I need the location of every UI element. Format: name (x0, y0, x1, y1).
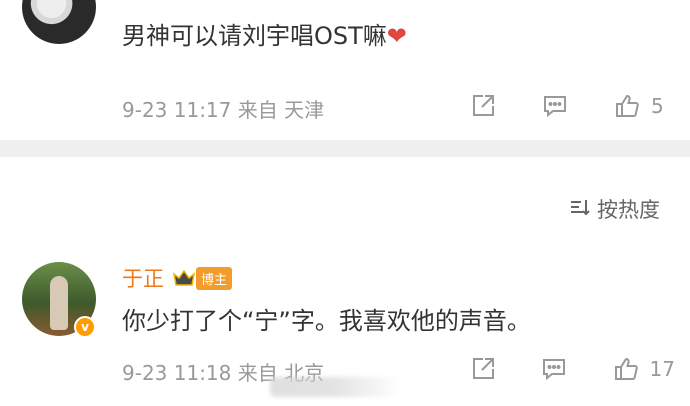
watermark-smudge (270, 377, 400, 397)
share-icon[interactable] (469, 355, 497, 383)
heart-emoji-icon: ❤ (386, 22, 407, 50)
comment-icon[interactable] (541, 92, 569, 120)
comment-text: 男神可以请刘宇唱OST嘛❤ (122, 16, 407, 51)
avatar[interactable] (22, 0, 96, 44)
verified-badge-icon: v (74, 316, 96, 338)
comment-text-body: 男神可以请刘宇唱OST嘛 (122, 22, 387, 50)
section-divider (0, 140, 690, 157)
like-icon[interactable] (613, 92, 641, 120)
sort-icon (569, 197, 591, 222)
comment-actions: 17 (465, 355, 675, 383)
sort-control[interactable]: 按热度 (569, 192, 660, 226)
author-row: 于正 博主 (122, 263, 233, 293)
like-icon[interactable] (612, 355, 640, 383)
comment-item: 男神可以请刘宇唱OST嘛❤ 9-23 11:17 来自 天津 5 (0, 0, 690, 140)
comment-text: 你少打了个“宁”字。我喜欢他的声音。 (122, 307, 531, 335)
crown-icon (172, 269, 196, 287)
like-count: 17 (649, 357, 675, 381)
comment-meta: 9-23 11:17 来自 天津 (122, 98, 325, 122)
like-count: 5 (651, 94, 664, 118)
comment-icon[interactable] (541, 355, 569, 383)
share-icon[interactable] (469, 92, 497, 120)
comment-actions: 5 (465, 92, 675, 120)
sort-label: 按热度 (597, 198, 660, 222)
author-name[interactable]: 于正 (122, 263, 164, 293)
avatar-figure (50, 276, 68, 330)
blogger-badge: 博主 (196, 266, 233, 290)
